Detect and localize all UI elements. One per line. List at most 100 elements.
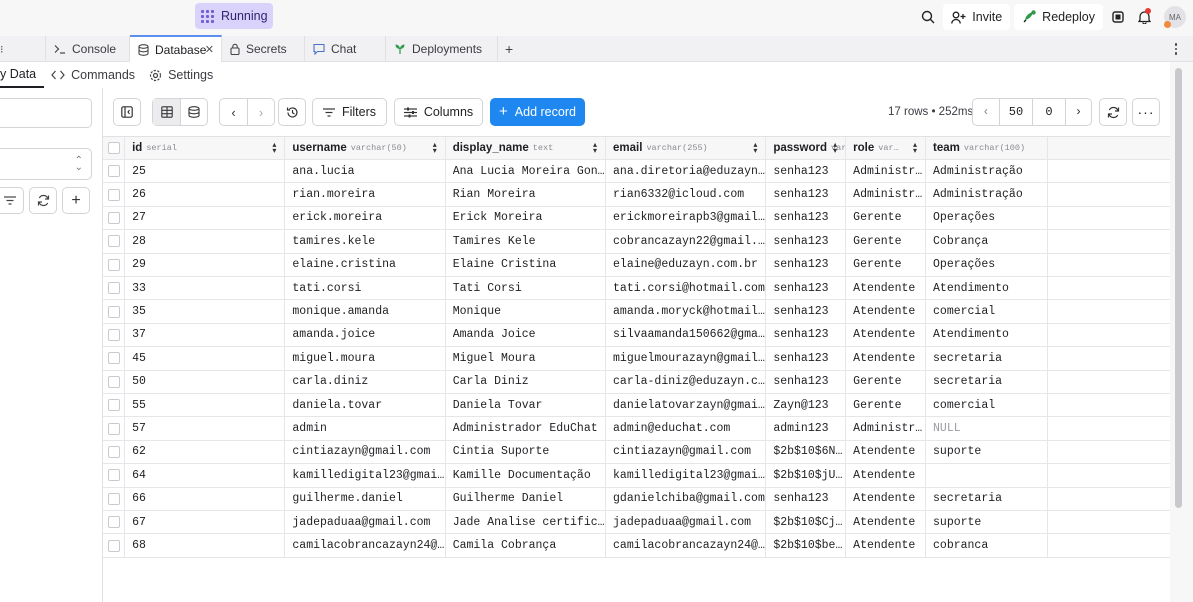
table-row[interactable]: 50 carla.diniz Carla Diniz carla-diniz@eduz…	[103, 370, 1170, 394]
sidebar-filter-button[interactable]	[0, 187, 24, 214]
cell-team[interactable]: Atendimento	[926, 323, 1049, 347]
row-checkbox-cell[interactable]	[103, 464, 126, 487]
cell-id[interactable]: 67	[125, 511, 286, 534]
sort-icon[interactable]: ▴ ▾	[272, 141, 276, 155]
cell-role[interactable]: Gerente	[846, 253, 927, 276]
cell-team[interactable]: NULL	[926, 417, 1049, 440]
cell-username[interactable]: carla.diniz	[285, 370, 446, 393]
cell-password[interactable]: senha123	[766, 230, 847, 253]
cell-username[interactable]: rian.moreira	[285, 183, 446, 206]
cell-password[interactable]: $2b$10$bedr/LZRoyPyXRg	[766, 534, 847, 557]
row-checkbox-cell[interactable]	[103, 230, 126, 253]
cell-email[interactable]: admin@educhat.com	[606, 417, 767, 440]
cell-email[interactable]: tati.corsi@hotmail.com	[606, 277, 767, 300]
row-checkbox[interactable]	[107, 469, 120, 482]
cell-username[interactable]: jadepaduaa@gmail.com	[285, 511, 446, 534]
cell-password[interactable]: senha123	[766, 347, 847, 370]
table-row[interactable]: 57 admin Administrador EduChat admin@educha…	[103, 417, 1170, 441]
cell-password[interactable]: senha123	[766, 160, 847, 183]
limit-input[interactable]: 50	[999, 99, 1032, 125]
cell-username[interactable]: tati.corsi	[285, 277, 446, 300]
cell-username[interactable]: ana.lucia	[285, 160, 446, 183]
cell-password[interactable]: senha123	[766, 487, 847, 510]
cell-email[interactable]: cobrancazayn22@gmail.com	[606, 230, 767, 253]
cell-role[interactable]: Atendente	[846, 347, 927, 370]
stop-button[interactable]	[1105, 4, 1131, 30]
cell-password[interactable]: senha123	[766, 300, 847, 323]
sort-icon[interactable]: ▴ ▾	[913, 141, 917, 155]
table-row[interactable]: 26 rian.moreira Rian Moreira rian6332@iclou…	[103, 183, 1170, 207]
cell-role[interactable]: Atendente	[846, 440, 927, 464]
cell-role[interactable]: Atendente	[846, 511, 927, 534]
cell-id[interactable]: 64	[125, 464, 286, 487]
add-record-button[interactable]: + Add record	[490, 98, 585, 126]
cell-username[interactable]: erick.moreira	[285, 206, 446, 230]
cell-team[interactable]: suporte	[926, 511, 1049, 534]
cell-email[interactable]: erickmoreirapb3@gmail.com	[606, 206, 767, 230]
cell-team[interactable]: secretaria	[926, 487, 1049, 510]
cell-role[interactable]: Atendente	[846, 534, 927, 557]
cell-team[interactable]: Operações	[926, 206, 1049, 230]
search-button[interactable]	[915, 4, 941, 30]
column-header-email[interactable]: email varchar(255) ▴ ▾	[606, 137, 767, 159]
cell-display_name[interactable]: Kamille Documentação	[446, 464, 607, 487]
row-checkbox[interactable]	[107, 188, 120, 201]
sort-icon[interactable]: ▴ ▾	[593, 141, 597, 155]
cell-display_name[interactable]: Cintia Suporte	[446, 440, 607, 464]
row-checkbox-cell[interactable]	[103, 183, 126, 206]
cell-role[interactable]: Gerente	[846, 230, 927, 253]
cell-id[interactable]: 62	[125, 440, 286, 464]
prev-page-button[interactable]: ‹	[973, 99, 999, 125]
row-checkbox-cell[interactable]	[103, 394, 126, 417]
new-tab-button[interactable]: +	[498, 36, 524, 62]
row-checkbox[interactable]	[107, 235, 120, 248]
cell-team[interactable]: Atendimento	[926, 277, 1049, 300]
cell-username[interactable]: camilacobrancazayn24@gmail.com	[285, 534, 446, 557]
row-checkbox[interactable]	[107, 539, 120, 552]
table-row[interactable]: 33 tati.corsi Tati Corsi tati.corsi@hotmail…	[103, 277, 1170, 301]
cell-username[interactable]: amanda.joice	[285, 323, 446, 347]
sort-icon[interactable]: ▴ ▾	[433, 141, 437, 155]
cell-id[interactable]: 50	[125, 370, 286, 393]
column-header-role[interactable]: role var… ▴ ▾	[846, 137, 927, 159]
column-header-id[interactable]: id serial ▴ ▾	[125, 137, 286, 159]
cell-role[interactable]: Atendente	[846, 464, 927, 487]
tab-console[interactable]: Console	[46, 36, 130, 62]
cell-role[interactable]: Administrador	[846, 160, 927, 183]
row-checkbox-cell[interactable]	[103, 253, 126, 276]
row-checkbox[interactable]	[107, 352, 120, 365]
tab-secrets[interactable]: Secrets	[222, 36, 305, 62]
row-checkbox[interactable]	[107, 305, 120, 318]
cell-role[interactable]: Atendente	[846, 487, 927, 510]
table-row[interactable]: 62 cintiazayn@gmail.com Cintia Suporte cint…	[103, 440, 1170, 465]
refresh-button[interactable]	[1099, 98, 1127, 126]
row-checkbox-cell[interactable]	[103, 440, 126, 464]
cell-password[interactable]: senha123	[766, 206, 847, 230]
cell-team[interactable]: Cobrança	[926, 230, 1049, 253]
row-checkbox-cell[interactable]	[103, 300, 126, 323]
cell-display_name[interactable]: Rian Moreira	[446, 183, 607, 206]
cell-id[interactable]: 57	[125, 417, 286, 440]
sort-icon[interactable]: ▴ ▾	[833, 141, 837, 155]
cell-display_name[interactable]: Miguel Moura	[446, 347, 607, 370]
tab-chat[interactable]: Chat	[305, 36, 386, 62]
cell-password[interactable]: admin123	[766, 417, 847, 440]
table-row[interactable]: 29 elaine.cristina Elaine Cristina elaine@e…	[103, 253, 1170, 277]
table-row[interactable]: 55 daniela.tovar Daniela Tovar danielatovar…	[103, 394, 1170, 418]
tab-deployments[interactable]: Deployments	[386, 36, 498, 62]
cell-display_name[interactable]: Jade Analise certificação	[446, 511, 607, 534]
cell-id[interactable]: 25	[125, 160, 286, 183]
cell-email[interactable]: silvaamanda150662@gmail.com	[606, 323, 767, 347]
cell-username[interactable]: kamilledigital23@gmail.com	[285, 464, 446, 487]
row-checkbox[interactable]	[107, 328, 120, 341]
row-checkbox-cell[interactable]	[103, 417, 126, 440]
columns-button[interactable]: Columns	[394, 98, 483, 126]
table-row[interactable]: 37 amanda.joice Amanda Joice silvaamanda150…	[103, 323, 1170, 348]
cell-username[interactable]: miguel.moura	[285, 347, 446, 370]
cell-id[interactable]: 33	[125, 277, 286, 300]
row-checkbox-cell[interactable]	[103, 160, 126, 183]
cell-display_name[interactable]: Amanda Joice	[446, 323, 607, 347]
cell-id[interactable]: 29	[125, 253, 286, 276]
history-button[interactable]	[278, 98, 306, 126]
cell-display_name[interactable]: Tati Corsi	[446, 277, 607, 300]
